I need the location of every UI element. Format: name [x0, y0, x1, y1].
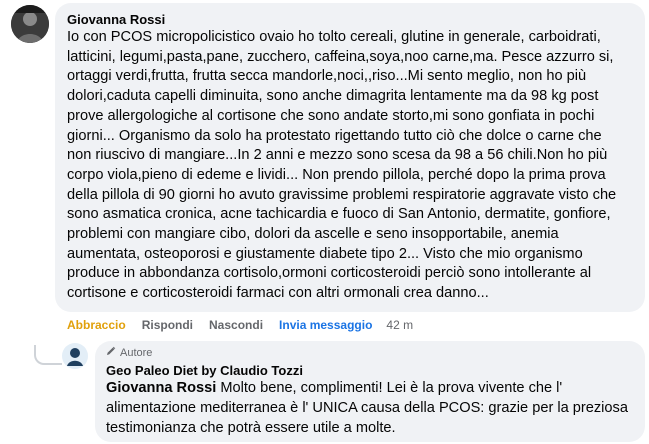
- reply-author[interactable]: Geo Paleo Diet by Claudio Tozzi: [106, 363, 303, 378]
- hide-button[interactable]: Nascondi: [209, 318, 263, 334]
- commenter-avatar[interactable]: [11, 5, 49, 43]
- comment-bubble: Giovanna Rossi Io con PCOS micropolicist…: [55, 3, 645, 312]
- reply-text: Giovanna Rossi Molto bene, complimenti! …: [106, 379, 636, 438]
- author-badge: Autore: [106, 346, 152, 359]
- reply-button[interactable]: Rispondi: [142, 318, 193, 334]
- comment-timestamp[interactable]: 42 m: [386, 318, 413, 334]
- send-message-button[interactable]: Invia messaggio: [279, 318, 372, 334]
- mention-link[interactable]: Giovanna Rossi: [106, 380, 216, 396]
- pencil-icon: [106, 346, 116, 359]
- page-avatar[interactable]: [62, 343, 88, 369]
- comment-author[interactable]: Giovanna Rossi: [67, 12, 165, 27]
- reply-bubble: Autore Geo Paleo Diet by Claudio Tozzi G…: [95, 341, 645, 442]
- comment-text: Io con PCOS micropolicistico ovaio ho to…: [67, 29, 617, 302]
- comment-actions: Abbraccio Rispondi Nascondi Invia messag…: [67, 318, 429, 334]
- thread-connector: [34, 345, 62, 365]
- badge-label: Autore: [120, 346, 153, 359]
- reaction-button[interactable]: Abbraccio: [67, 318, 126, 334]
